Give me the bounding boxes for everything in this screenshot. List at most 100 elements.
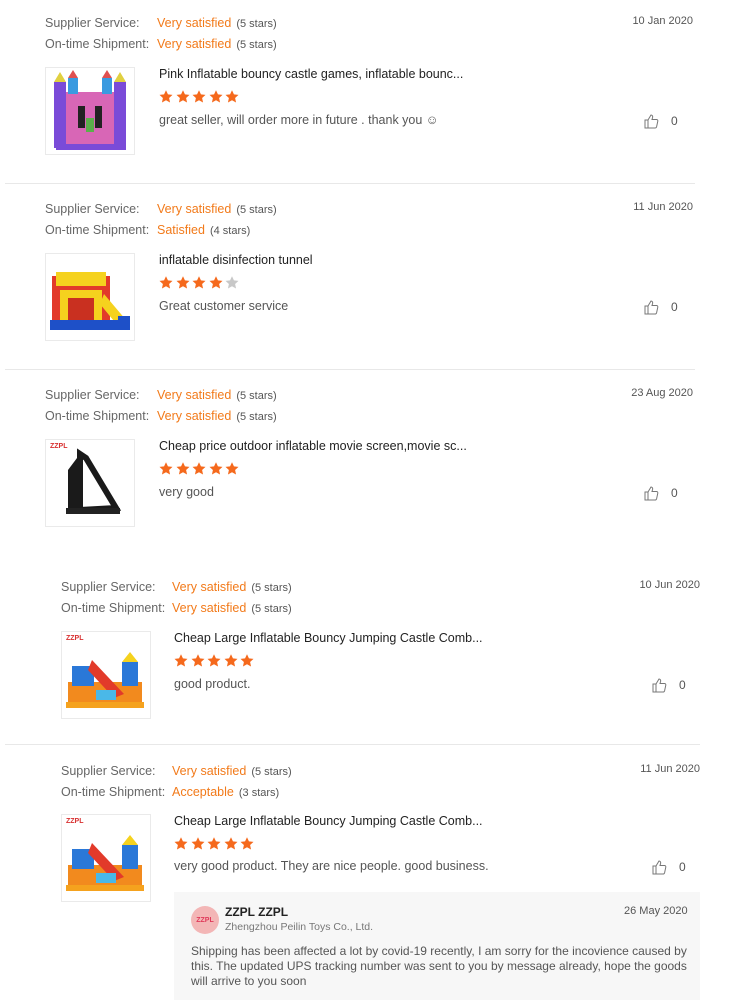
like-count: 0 [679,860,686,874]
review-item: Supplier Service: Very satisfied (5 stars)… [0,0,750,185]
movie-screen-image [66,448,122,514]
thumbs-up-icon [652,678,667,693]
star-filled-icon [224,837,237,850]
review-divider [5,183,695,184]
shipment-label: On-time Shipment: [45,37,150,51]
review-date: 11 Jun 2020 [633,201,693,213]
seller-avatar: ZZPL [191,906,219,934]
star-filled-icon [191,654,204,667]
shipment-value: Very satisfied [157,409,232,423]
shipment-value: Very satisfied [157,37,232,51]
supplier-service-label: Supplier Service: [45,16,140,30]
shipment-rating: On-time Shipment: Very satisfied (5 stars) [45,408,277,425]
star-filled-icon [176,462,189,475]
product-thumbnail[interactable]: ZZPL [61,814,151,902]
like-button[interactable]: 0 [651,859,686,875]
thumbs-up-icon [644,300,659,315]
thumbnail-brand-logo: ZZPL [50,443,68,450]
like-count: 0 [671,486,678,500]
star-filled-icon [192,462,206,475]
seller-reply: ZZPL ZZPL ZZPL Zhengzhou Peilin Toys Co.… [174,892,700,1000]
shipment-count: (3 stars) [238,787,280,799]
star-rating [158,275,241,291]
supplier-service-label: Supplier Service: [61,764,156,778]
star-filled-icon [209,276,222,289]
review-item: Supplier Service: Very satisfied (5 stars)… [0,748,750,1000]
star-rating [173,836,256,852]
product-thumbnail[interactable] [45,67,135,155]
seller-name: ZZPL ZZPL [225,905,289,919]
reply-text-line: this. The updated UPS tracking number wa… [191,959,687,973]
review-comment: very good [159,485,214,499]
like-button[interactable]: 0 [643,485,678,501]
star-filled-icon [159,276,173,289]
product-thumbnail[interactable]: ZZPL [45,439,135,527]
supplier-service-label: Supplier Service: [61,580,156,594]
supplier-service-value: Very satisfied [157,202,232,216]
review-divider [5,369,695,370]
supplier-service-value: Very satisfied [157,16,232,30]
thumbs-up-icon [644,486,659,501]
supplier-service-count: (5 stars) [236,390,277,402]
star-rating [173,653,256,669]
like-count: 0 [671,300,678,314]
star-filled-icon [225,90,239,103]
product-thumbnail[interactable] [45,253,135,341]
star-filled-icon [209,90,222,103]
like-button[interactable]: 0 [643,113,678,129]
shipment-label: On-time Shipment: [61,785,166,799]
like-count: 0 [679,678,686,692]
shipment-label: On-time Shipment: [61,601,166,615]
star-filled-icon [207,654,221,667]
star-filled-icon [191,837,204,850]
star-filled-icon [159,90,173,103]
supplier-service-rating: Supplier Service: Very satisfied (5 stars) [61,763,292,780]
shipment-rating: On-time Shipment: Acceptable (3 stars) [61,784,279,801]
product-title[interactable]: Pink Inflatable bouncy castle games, inf… [159,67,463,81]
shipment-rating: On-time Shipment: Very satisfied (5 stars) [61,600,292,617]
product-title[interactable]: Cheap Large Inflatable Bouncy Jumping Ca… [174,631,483,645]
star-filled-icon [174,654,188,667]
star-filled-icon [209,462,222,475]
castle-combo-image [66,652,144,708]
shipment-rating: On-time Shipment: Satisfied (4 stars) [45,222,250,239]
reply-text-line: will arrive to you soon [191,974,307,988]
product-title[interactable]: inflatable disinfection tunnel [159,253,313,267]
supplier-service-value: Very satisfied [172,764,247,778]
star-filled-icon [225,462,239,475]
product-title[interactable]: Cheap price outdoor inflatable movie scr… [159,439,467,453]
supplier-service-rating: Supplier Service: Very satisfied (5 stars) [45,15,277,32]
product-title[interactable]: Cheap Large Inflatable Bouncy Jumping Ca… [174,814,483,828]
review-comment: very good product. They are nice people.… [174,859,489,873]
review-item: Supplier Service: Very satisfied (5 stars)… [0,372,750,557]
supplier-service-label: Supplier Service: [45,202,140,216]
product-thumbnail[interactable]: ZZPL [61,631,151,719]
star-filled-icon [224,654,237,667]
review-date: 10 Jan 2020 [632,15,693,27]
thumbs-up-icon [644,114,659,129]
shipment-label: On-time Shipment: [45,223,150,237]
supplier-service-value: Very satisfied [157,388,232,402]
star-filled-icon [159,462,173,475]
like-button[interactable]: 0 [643,299,678,315]
supplier-service-value: Very satisfied [172,580,247,594]
shipment-label: On-time Shipment: [45,409,150,423]
review-comment: Great customer service [159,299,289,313]
supplier-service-rating: Supplier Service: Very satisfied (5 stars) [45,387,277,404]
supplier-service-rating: Supplier Service: Very satisfied (5 stars) [61,579,292,596]
star-filled-icon [192,276,206,289]
star-filled-icon [174,837,188,850]
shipment-rating: On-time Shipment: Very satisfied (5 stars) [45,36,277,53]
supplier-service-rating: Supplier Service: Very satisfied (5 stars) [45,201,277,218]
review-divider [5,744,700,745]
like-button[interactable]: 0 [651,677,686,693]
supplier-service-count: (5 stars) [251,766,292,778]
inflatable-tunnel-image [50,272,130,330]
like-count: 0 [671,114,678,128]
pink-bouncy-castle-image [54,70,126,150]
supplier-service-label: Supplier Service: [45,388,140,402]
shipment-count: (4 stars) [209,225,251,237]
reply-date: 26 May 2020 [624,905,688,917]
seller-company: Zhengzhou Peilin Toys Co., Ltd. [225,921,374,933]
review-item: Supplier Service: Very satisfied (5 stars)… [0,564,750,744]
